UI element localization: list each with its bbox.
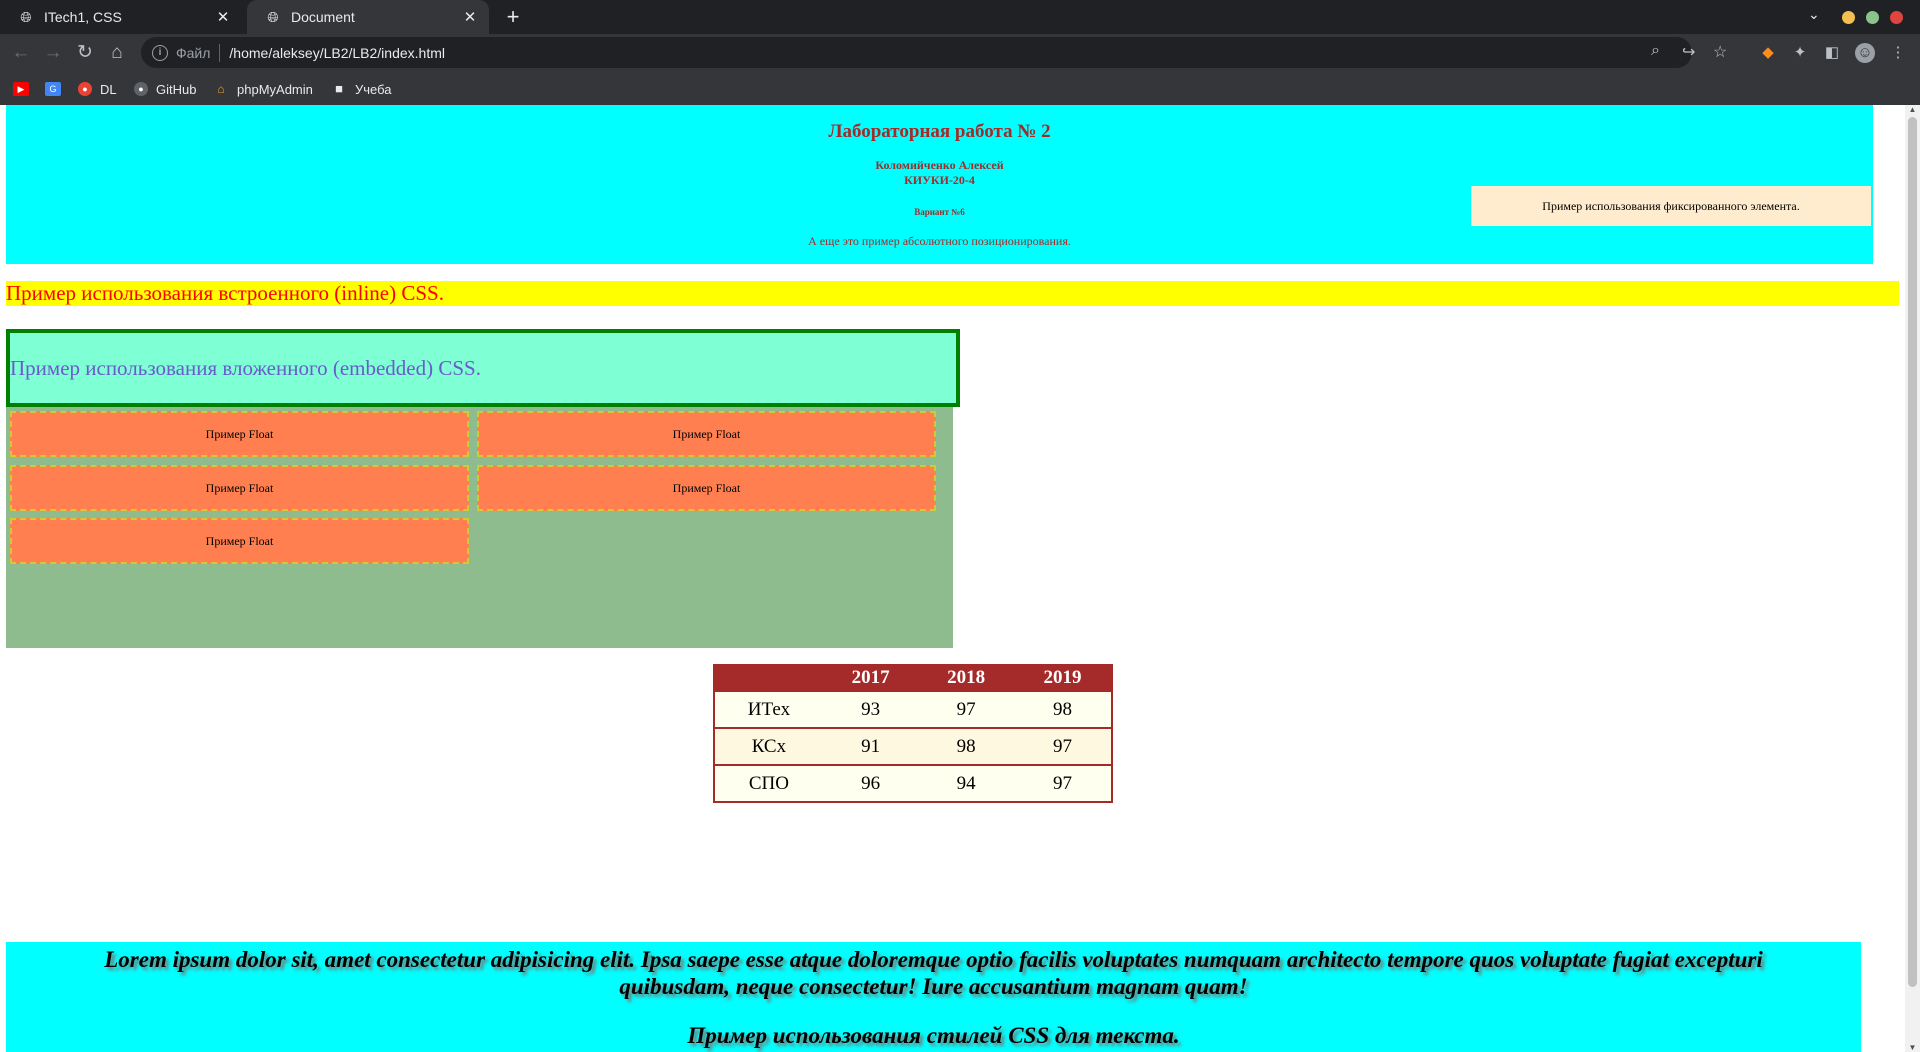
page-viewport: Лабораторная работа № 2 Коломийченко Але… (0, 105, 1920, 1052)
table-header-cell: 2019 (1013, 665, 1112, 691)
page-title: Лабораторная работа № 2 (828, 121, 1051, 142)
divider (219, 43, 221, 62)
table-cell: 97 (1013, 764, 1112, 802)
tab-itech1[interactable]: 🌐︎ ITech1, CSS ✕ (0, 0, 242, 34)
scroll-up-icon[interactable]: ▲ (1908, 105, 1917, 114)
chevron-down-icon[interactable]: ⌄ (1808, 6, 1820, 23)
scrollbar-thumb[interactable] (1908, 117, 1917, 987)
back-arrow-icon[interactable]: ← (9, 41, 33, 65)
text-styles-footer: Lorem ipsum dolor sit, amet consectetur … (6, 942, 1861, 1052)
globe-icon: 🌐︎ (20, 9, 32, 25)
table-cell: 98 (918, 727, 1014, 765)
avatar[interactable]: ☺ (1855, 43, 1875, 63)
bookmark-label: GitHub (156, 81, 197, 97)
close-icon[interactable]: ✕ (214, 8, 232, 26)
table-cell: 97 (918, 690, 1014, 728)
page-header: Лабораторная работа № 2 Коломийченко Але… (6, 105, 1873, 264)
author-block: Коломийченко Алексей КИУКИ-20-4 (6, 158, 1873, 188)
bookmark-label: DL (100, 81, 117, 97)
bookmark-phpmyadmin[interactable]: ⌂ phpMyAdmin (213, 80, 313, 98)
tab-title: Document (291, 9, 355, 25)
table-cell: 98 (1013, 690, 1112, 728)
table-row: КСх 91 98 97 (714, 727, 1112, 765)
protocol-label: Файл (176, 44, 211, 61)
star-icon[interactable]: ☆ (1713, 42, 1727, 62)
home-icon[interactable]: ⌂ (105, 41, 129, 65)
bookmark-dl[interactable]: ● DL (78, 80, 117, 98)
absolute-position-note: А еще это пример абсолютного позициониро… (808, 234, 1071, 248)
maximize-button[interactable] (1866, 11, 1879, 24)
table-row: СПО 96 94 97 (714, 764, 1112, 802)
github-icon: ● (134, 82, 148, 96)
menu-icon[interactable]: ⋮ (1888, 43, 1908, 63)
table-cell: КСх (714, 727, 823, 765)
extensions-icon[interactable]: ✦ (1790, 43, 1810, 63)
fixed-element-box: Пример использования фиксированного элем… (1471, 186, 1871, 226)
float-item: Пример Float (10, 465, 469, 511)
bookmark-translate[interactable]: G (45, 80, 69, 98)
embedded-css-text: Пример использования вложенного (embedde… (10, 356, 481, 380)
address-bar[interactable]: i Файл /home/aleksey/LB2/LB2/index.html … (141, 37, 1727, 68)
forward-arrow-icon[interactable]: → (41, 41, 65, 65)
table-row: ИТех 93 97 98 (714, 690, 1112, 728)
youtube-icon: ▶ (13, 82, 29, 96)
close-window-button[interactable] (1890, 11, 1903, 24)
phpmyadmin-icon: ⌂ (217, 82, 225, 96)
table-cell: 97 (1013, 727, 1112, 765)
info-icon[interactable]: i (152, 44, 168, 61)
minimize-button[interactable] (1842, 11, 1855, 24)
table-header-row: 2017 2018 2019 (714, 665, 1112, 691)
folder-icon: ■ (335, 81, 343, 96)
table-cell: 94 (918, 764, 1014, 802)
float-container: Пример Float Пример Float Пример Float П… (6, 407, 953, 648)
table-cell: 93 (822, 690, 919, 728)
table-cell: 96 (822, 764, 919, 802)
reload-icon[interactable]: ↻ (73, 41, 97, 65)
tab-document[interactable]: 🌐︎ Document ✕ (247, 0, 489, 34)
table-cell: СПО (714, 764, 823, 802)
table-cell: 91 (822, 727, 919, 765)
page-scrollbar[interactable]: ▲ ▼ (1905, 105, 1920, 1052)
brave-shield-icon[interactable]: ◆ (1758, 43, 1778, 63)
float-item: Пример Float (10, 411, 469, 457)
share-icon[interactable]: ↪ (1682, 42, 1695, 62)
float-item: Пример Float (10, 518, 469, 564)
table-header-cell: 2018 (918, 665, 1014, 691)
url-text[interactable]: /home/aleksey/LB2/LB2/index.html (229, 45, 445, 61)
table-header-cell: 2017 (822, 665, 919, 691)
new-tab-button[interactable]: + (500, 4, 526, 30)
tab-strip: 🌐︎ ITech1, CSS ✕ 🌐︎ Document ✕ + ⌄ (0, 0, 1920, 34)
tab-title: ITech1, CSS (44, 9, 122, 25)
bookmark-label: phpMyAdmin (237, 81, 313, 97)
dl-icon: ● (78, 82, 92, 96)
translate-icon: G (45, 82, 61, 96)
globe-icon: 🌐︎ (267, 9, 279, 25)
bookmark-folder-ucheba[interactable]: ■ Учеба (331, 80, 392, 98)
lorem-text: Lorem ipsum dolor sit, amet consectetur … (104, 947, 1763, 999)
zoom-icon[interactable]: ⌕ (1651, 42, 1660, 60)
float-item: Пример Float (477, 411, 936, 457)
bookmark-youtube[interactable]: ▶ (13, 80, 37, 98)
embedded-css-example: Пример использования вложенного (embedde… (6, 329, 960, 407)
sidepanel-icon[interactable]: ◧ (1822, 43, 1842, 63)
table-header-cell (714, 665, 823, 691)
scroll-down-icon[interactable]: ▼ (1908, 1043, 1917, 1052)
bookmark-label: Учеба (355, 81, 392, 97)
float-item: Пример Float (477, 465, 936, 511)
author-name: Коломийченко Алексей (875, 158, 1004, 172)
bookmarks-bar: ▶ G ● DL ● GitHub ⌂ phpMyAdmin ■ Учеба (0, 71, 1920, 106)
browser-toolbar: ← → ↻ ⌂ i Файл /home/aleksey/LB2/LB2/ind… (0, 34, 1920, 71)
bookmark-github[interactable]: ● GitHub (134, 80, 196, 98)
table-cell: ИТех (714, 690, 823, 728)
inline-css-example: Пример использования встроенного (inline… (6, 281, 1899, 306)
css-text-example: Пример использования стилей CSS для текс… (687, 1023, 1180, 1048)
scores-table: 2017 2018 2019 ИТех 93 97 98 КСх 91 98 9… (713, 664, 1113, 803)
close-icon[interactable]: ✕ (461, 8, 479, 26)
